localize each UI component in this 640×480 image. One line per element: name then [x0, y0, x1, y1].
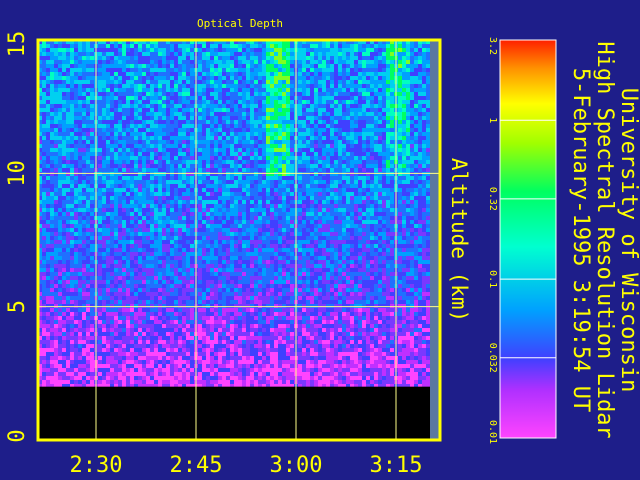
- y-tick-labels: 0 5 10 15: [5, 31, 30, 443]
- plot-title: Optical Depth: [197, 17, 283, 30]
- side-info-line-3: 5-February-1995 3:19:54 UT: [568, 68, 593, 412]
- x-tick-label-1: 2:45: [170, 453, 223, 478]
- colorbar-gradient: [500, 40, 556, 438]
- colorbar-tick-label-4: 0.032: [487, 343, 498, 373]
- colorbar-tick-label-1: 1: [487, 117, 498, 123]
- y-tick-label-0: 0: [5, 429, 30, 442]
- colorbar-tick-label-2: 0.32: [487, 187, 498, 211]
- no-data-region: [38, 386, 430, 440]
- side-info-line-2: High Spectral Resolution Lidar: [592, 41, 617, 438]
- chart-svg: Optical Depth 0 5 10 15 2:30 2:45 3:00 3…: [5, 17, 640, 478]
- colorbar-tick-label-0: 3.2: [487, 37, 498, 55]
- colorbar: 3.2 1 0.32 0.1 0.032 0.01: [487, 37, 557, 444]
- y-tick-label-2: 10: [5, 160, 30, 187]
- colorbar-tick-label-3: 0.1: [487, 270, 498, 288]
- y-tick-label-1: 5: [5, 300, 30, 313]
- y-tick-label-3: 15: [5, 31, 30, 58]
- side-info: University of Wisconsin High Spectral Re…: [568, 41, 640, 438]
- x-tick-label-2: 3:00: [270, 453, 323, 478]
- heatmap-cells: [38, 40, 430, 440]
- colorbar-tick-labels: 3.2 1 0.32 0.1 0.032 0.01: [487, 37, 498, 444]
- x-tick-labels: 2:30 2:45 3:00 3:15: [70, 453, 423, 478]
- colorbar-tick-label-5: 0.01: [487, 420, 498, 444]
- y-axis-label: Altitude (km): [447, 158, 471, 322]
- x-tick-label-3: 3:15: [370, 453, 423, 478]
- x-tick-label-0: 2:30: [70, 453, 123, 478]
- side-info-line-1: University of Wisconsin: [616, 88, 640, 393]
